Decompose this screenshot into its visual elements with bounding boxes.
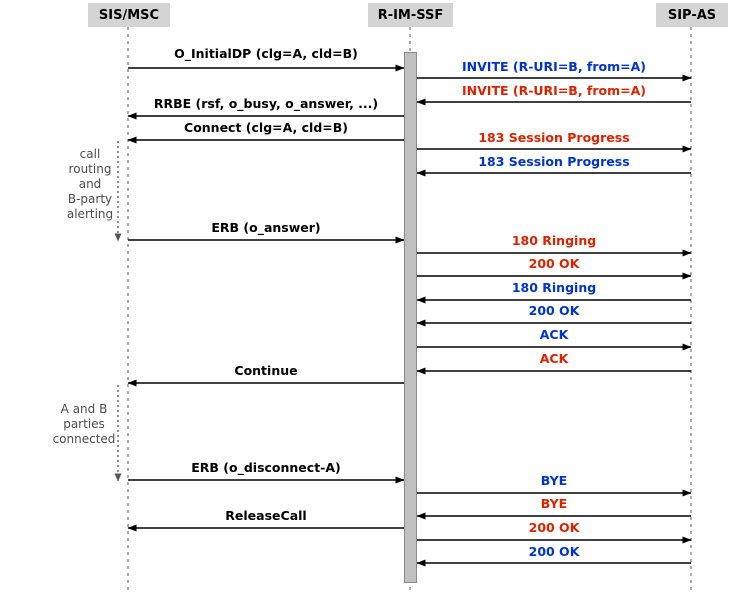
message-label-m6: 183 Session Progress bbox=[478, 130, 630, 145]
message-label-m8: ERB (o_answer) bbox=[211, 220, 321, 235]
activation-bar bbox=[404, 52, 417, 583]
note-note_routing: call routing and B-party alerting bbox=[66, 147, 114, 221]
message-label-m14: ACK bbox=[539, 351, 569, 366]
message-label-m11: 180 Ringing bbox=[511, 280, 597, 295]
message-label-m4: RRBE (rsf, o_busy, o_answer, ...) bbox=[153, 96, 379, 111]
lifeline-header-r_im_ssf: R-IM-SSF bbox=[368, 3, 453, 27]
message-label-m13: ACK bbox=[539, 327, 569, 342]
message-label-m21: 200 OK bbox=[528, 544, 580, 559]
message-label-m18: BYE bbox=[540, 496, 568, 511]
message-label-m2: INVITE (R-URI=B, from=A) bbox=[462, 59, 646, 74]
lifeline-header-sis_msc: SIS/MSC bbox=[88, 3, 170, 27]
message-label-m19: ReleaseCall bbox=[225, 508, 307, 523]
message-label-m10: 200 OK bbox=[528, 256, 580, 271]
message-label-m12: 200 OK bbox=[528, 303, 580, 318]
message-label-m9: 180 Ringing bbox=[511, 233, 597, 248]
message-label-m1: O_InitialDP (clg=A, cld=B) bbox=[174, 46, 358, 61]
message-label-m7: 183 Session Progress bbox=[478, 154, 630, 169]
message-label-m3: INVITE (R-URI=B, from=A) bbox=[462, 83, 646, 98]
message-label-m16: ERB (o_disconnect-A) bbox=[191, 460, 341, 475]
message-label-m15: Continue bbox=[234, 363, 298, 378]
message-label-m20: 200 OK bbox=[528, 520, 580, 535]
sequence-diagram: SIS/MSC R-IM-SSF SIP-AS O_InitialDP (clg=A… bbox=[0, 0, 742, 594]
lifeline-header-sip_as: SIP-AS bbox=[656, 3, 728, 27]
message-label-m5: Connect (clg=A, cld=B) bbox=[184, 120, 348, 135]
message-label-m17: BYE bbox=[540, 473, 568, 488]
note-note_connected: A and B parties connected bbox=[52, 402, 116, 446]
